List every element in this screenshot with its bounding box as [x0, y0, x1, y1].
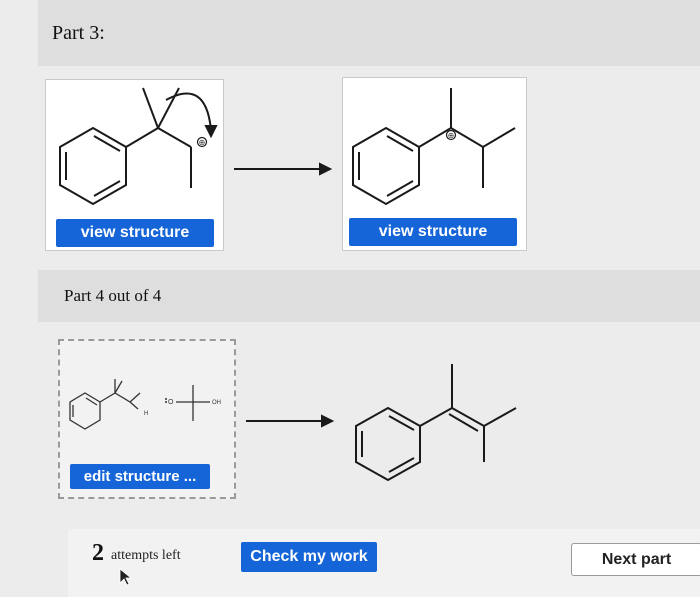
edit-structure-panel[interactable]: H O OH edit structure ...: [58, 339, 236, 499]
h-label: H: [144, 411, 148, 417]
next-part-button[interactable]: Next part: [571, 543, 700, 576]
product-structure-panel: ⊕ view structure: [342, 77, 527, 251]
oh-label: OH: [212, 400, 221, 406]
product-charge: ⊕: [448, 131, 455, 140]
attempts-count: 2: [92, 540, 104, 566]
check-my-work-button[interactable]: Check my work: [241, 542, 377, 572]
carbocation-charge: ⊕: [199, 138, 206, 147]
part3-header: Part 3:: [38, 0, 700, 66]
o-label: O: [168, 399, 174, 406]
mouse-cursor-icon: [119, 568, 133, 586]
reactant-view-structure-button[interactable]: view structure: [56, 219, 214, 247]
product-view-structure-button[interactable]: view structure: [349, 218, 517, 246]
part4-title: Part 4 out of 4: [64, 286, 162, 305]
attempts-left-label: attempts left: [111, 548, 181, 563]
product-molecule: ⊕: [352, 88, 516, 206]
part3-title: Part 3:: [52, 22, 105, 44]
reactant-structure-panel: ⊕ view structure: [45, 79, 224, 251]
edit-structure-button[interactable]: edit structure ...: [70, 464, 210, 489]
edit-molecule-sketch: H O OH: [69, 379, 221, 430]
reactant-molecule: ⊕: [59, 87, 218, 206]
alkene-product-molecule: [355, 364, 517, 482]
reaction-arrow-icon: [234, 162, 333, 176]
reaction-arrow-icon: [246, 414, 335, 428]
part4-header: Part 4 out of 4: [38, 270, 700, 322]
